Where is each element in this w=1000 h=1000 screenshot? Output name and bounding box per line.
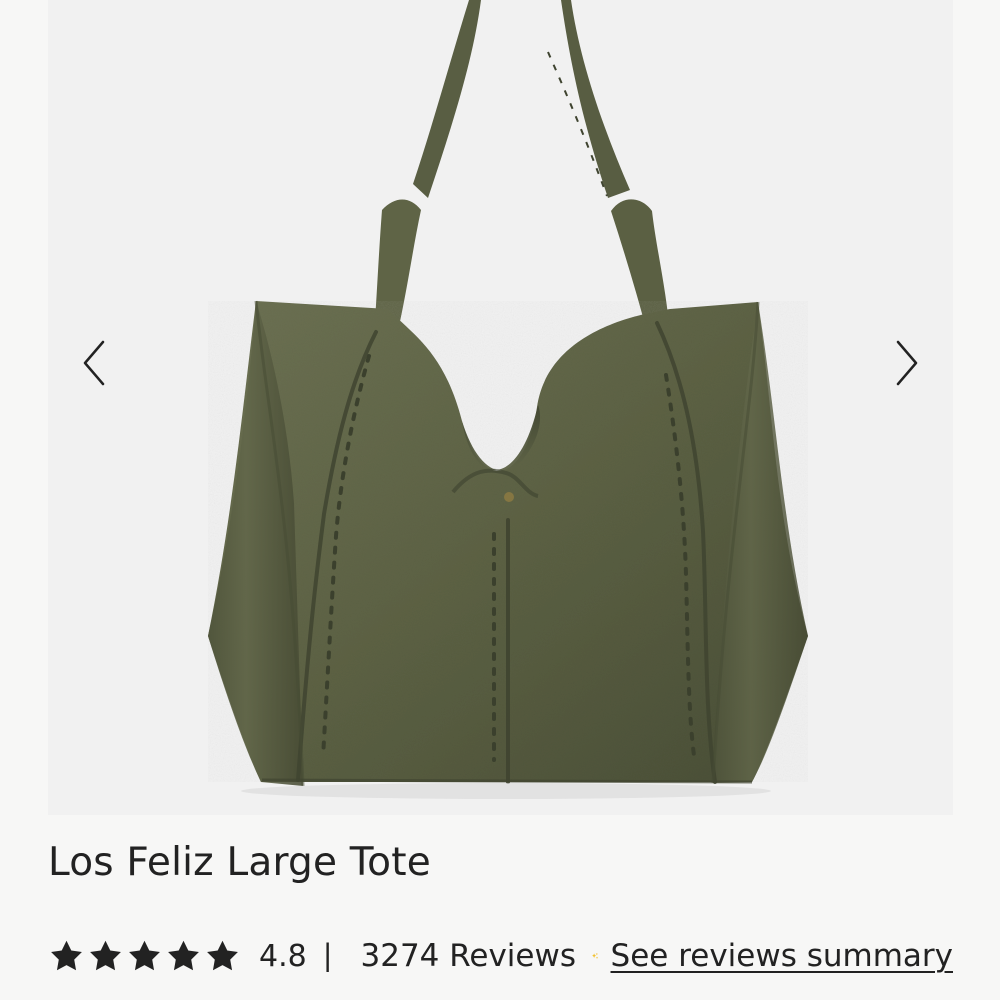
review-summary-row: 4.8 | 3274 Reviews See reviews summary	[48, 928, 953, 984]
product-title: Los Feliz Large Tote	[48, 840, 431, 885]
star-icon	[207, 940, 238, 970]
chevron-left-icon	[83, 340, 105, 386]
product-image	[48, 0, 953, 815]
reviews-count: 3274 Reviews	[360, 938, 577, 974]
star-icon	[129, 940, 160, 970]
product-info: Los Feliz Large Tote 4.8 | 3274 Reviews …	[48, 840, 953, 1000]
product-image-gallery	[0, 0, 1000, 815]
star-icon	[90, 940, 121, 970]
rating-value: 4.8	[259, 938, 307, 974]
chevron-right-icon	[896, 340, 918, 386]
rating-divider: |	[322, 938, 333, 972]
previous-image-button[interactable]	[70, 338, 118, 388]
star-rating	[48, 938, 241, 975]
see-reviews-summary-link[interactable]: See reviews summary	[611, 938, 953, 974]
product-image-frame	[48, 0, 953, 815]
sparkle-icon	[592, 952, 599, 959]
star-icon	[51, 940, 82, 970]
product-page: Los Feliz Large Tote 4.8 | 3274 Reviews …	[0, 0, 1000, 1000]
next-image-button[interactable]	[883, 338, 931, 388]
star-icon	[168, 940, 199, 970]
